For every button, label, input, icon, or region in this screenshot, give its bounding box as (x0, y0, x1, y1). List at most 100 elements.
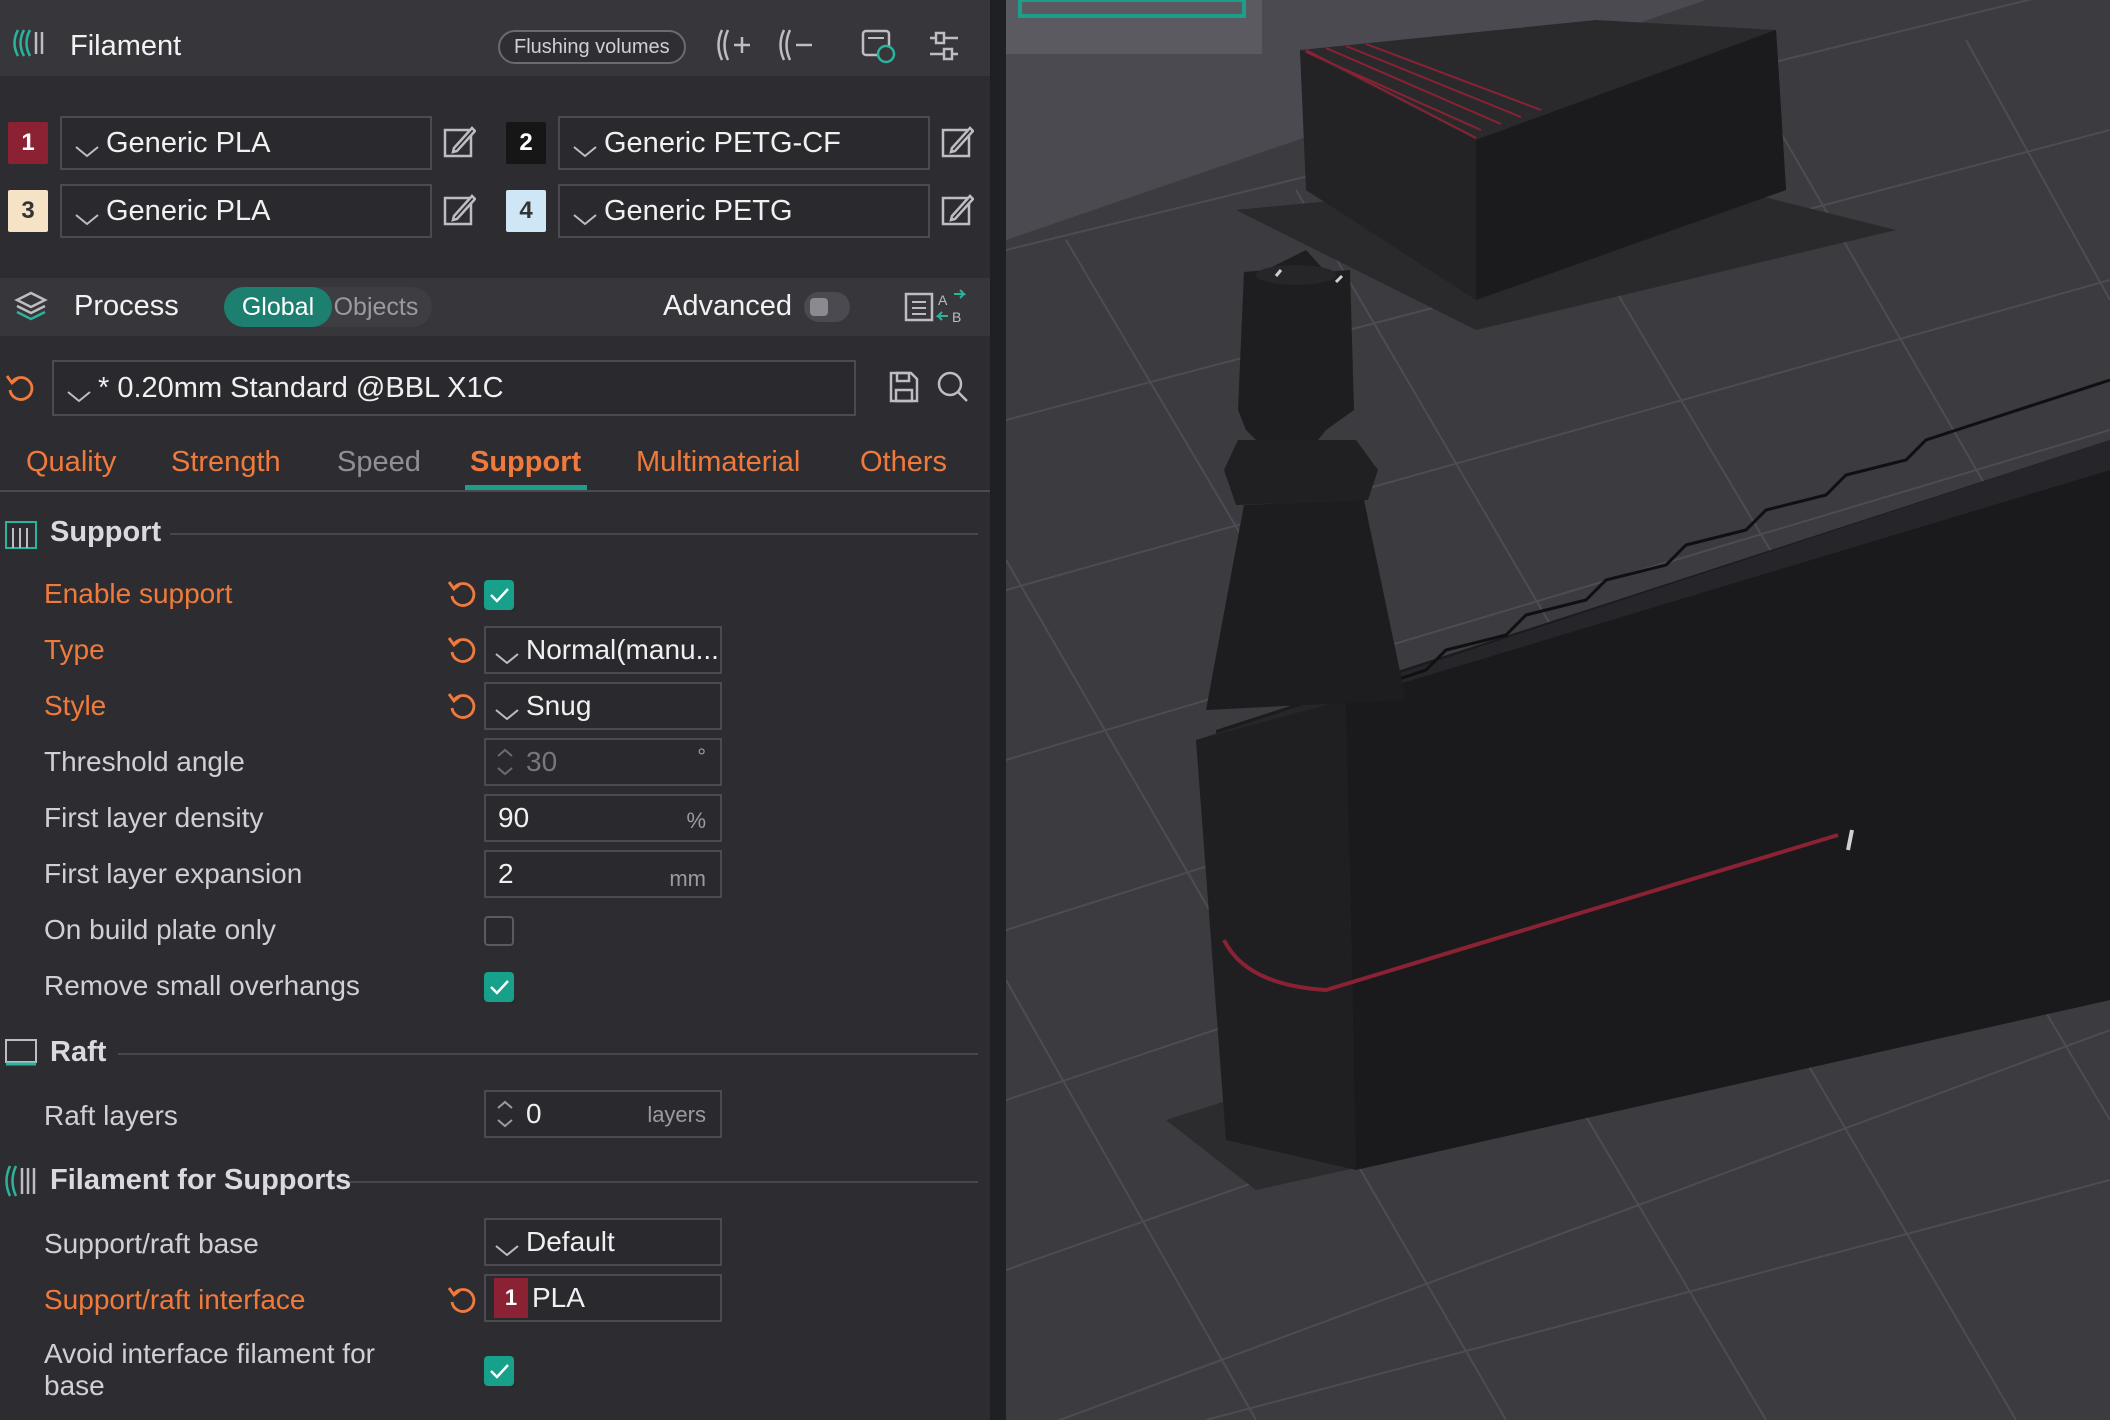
reset-enable-support-icon[interactable] (446, 578, 478, 610)
search-icon[interactable] (936, 370, 970, 404)
scope-switch: Global Objects (224, 287, 432, 327)
build-plate-only-label: On build plate only (44, 914, 276, 945)
support-raft-interface-value: PLA (532, 1282, 585, 1313)
filament-slot-3-number[interactable]: 3 (8, 190, 48, 232)
enable-support-label: Enable support (44, 578, 233, 609)
build-plate-only-checkbox[interactable] (484, 916, 514, 946)
support-raft-base-value: Default (526, 1226, 615, 1257)
edit-filament-3-icon[interactable] (442, 192, 476, 228)
threshold-angle-label: Threshold angle (44, 746, 245, 777)
first-layer-density-value: 90 (498, 802, 530, 833)
raft-layers-unit: layers (647, 1102, 706, 1127)
tab-speed[interactable]: Speed (337, 446, 421, 479)
filament-icon (12, 28, 46, 58)
type-value: Normal(manu... (526, 634, 719, 665)
filament-slot-3-name: Generic PLA (106, 194, 271, 227)
tab-support[interactable]: Support (470, 446, 581, 479)
edit-filament-2-icon[interactable] (940, 124, 974, 160)
chevron-down-icon (494, 642, 520, 665)
reset-support-raft-interface-icon[interactable] (446, 1284, 478, 1316)
avoid-interface-filament-label-line-1: Avoid interface filament for (44, 1338, 375, 1369)
raft-layers-input[interactable]: 0 layers (484, 1090, 722, 1138)
chevron-down-icon (74, 135, 100, 158)
first-layer-expansion-unit: mm (669, 866, 706, 891)
edit-filament-4-icon[interactable] (940, 192, 974, 228)
process-preset-select[interactable]: * 0.20mm Standard @BBL X1C (52, 360, 856, 416)
type-select[interactable]: Normal(manu... (484, 626, 722, 674)
threshold-angle-value: 30 (526, 746, 558, 777)
add-filament-icon[interactable] (716, 28, 752, 62)
filament-slot-2-name: Generic PETG-CF (604, 126, 841, 159)
tab-quality[interactable]: Quality (26, 446, 116, 479)
support-raft-base-select[interactable]: Default (484, 1218, 722, 1266)
sync-filament-icon[interactable] (860, 28, 896, 64)
chevron-down-icon (572, 203, 598, 226)
raft-section-line (118, 1053, 978, 1055)
3d-viewport[interactable] (1006, 0, 2110, 1420)
filament-settings-icon[interactable] (926, 28, 962, 64)
filament-slot-2-number[interactable]: 2 (506, 122, 546, 164)
filament-slot-1-number[interactable]: 1 (8, 122, 48, 164)
filament-slot-4-name: Generic PETG (604, 194, 793, 227)
first-layer-expansion-input[interactable]: 2 mm (484, 850, 722, 898)
compare-presets-icon[interactable]: AB (904, 288, 974, 326)
avoid-interface-filament-checkbox[interactable] (484, 1356, 514, 1386)
tab-strength[interactable]: Strength (171, 446, 281, 479)
chevron-down-icon (66, 380, 92, 403)
chevron-down-icon (494, 1234, 520, 1257)
scope-global-button[interactable]: Global (224, 287, 332, 327)
save-preset-icon[interactable] (888, 370, 920, 404)
svg-text:A: A (938, 292, 948, 308)
remove-filament-icon[interactable] (778, 28, 814, 62)
support-raft-base-label: Support/raft base (44, 1228, 259, 1259)
filament-supports-section-line (350, 1181, 978, 1183)
support-raft-interface-select[interactable]: 1 PLA (484, 1274, 722, 1322)
process-header: Process Global Objects Advanced AB (0, 278, 990, 336)
flushing-volumes-button[interactable]: Flushing volumes (498, 30, 686, 64)
reset-preset-icon[interactable] (4, 372, 36, 404)
edit-filament-1-icon[interactable] (442, 124, 476, 160)
first-layer-density-label: First layer density (44, 802, 264, 833)
raft-section-title: Raft (50, 1036, 107, 1068)
process-preset-name: * 0.20mm Standard @BBL X1C (98, 371, 504, 404)
scope-objects-button[interactable]: Objects (332, 287, 420, 327)
tab-multimaterial[interactable]: Multimaterial (636, 446, 800, 479)
threshold-angle-input[interactable]: 30 ° (484, 738, 722, 786)
advanced-label: Advanced (663, 290, 792, 322)
style-label: Style (44, 690, 107, 721)
panel-splitter[interactable] (990, 0, 1006, 1420)
avoid-interface-filament-label: Avoid interface filament for base (44, 1338, 375, 1402)
type-label: Type (44, 634, 105, 665)
filament-slot-3-select[interactable]: Generic PLA (60, 184, 432, 238)
process-title: Process (74, 290, 179, 322)
advanced-toggle[interactable] (804, 292, 850, 322)
reset-type-icon[interactable] (446, 634, 478, 666)
filament-slot-1-select[interactable]: Generic PLA (60, 116, 432, 170)
enable-support-checkbox[interactable] (484, 580, 514, 610)
filament-slot-2-select[interactable]: Generic PETG-CF (558, 116, 930, 170)
tabs-divider (0, 490, 990, 492)
filament-slot-4-number[interactable]: 4 (506, 190, 546, 232)
spinner-icon (497, 748, 513, 776)
first-layer-expansion-label: First layer expansion (44, 858, 303, 889)
support-section-icon (4, 518, 38, 550)
filament-for-supports-title: Filament for Supports (50, 1164, 352, 1196)
support-section-title: Support (50, 516, 162, 548)
first-layer-expansion-value: 2 (498, 858, 514, 889)
first-layer-density-input[interactable]: 90 % (484, 794, 722, 842)
filament-for-supports-icon (4, 1164, 38, 1198)
process-layers-icon (14, 290, 48, 322)
settings-panel: Filament Flushing volumes 1 Generic PLA … (0, 0, 990, 1420)
style-select[interactable]: Snug (484, 682, 722, 730)
tab-others[interactable]: Others (860, 446, 947, 479)
filament-slot-1-name: Generic PLA (106, 126, 271, 159)
raft-layers-value: 0 (526, 1098, 542, 1129)
remove-small-overhangs-checkbox[interactable] (484, 972, 514, 1002)
filament-slot-4-select[interactable]: Generic PETG (558, 184, 930, 238)
svg-text:B: B (952, 309, 961, 325)
chevron-down-icon (494, 698, 520, 721)
reset-style-icon[interactable] (446, 690, 478, 722)
avoid-interface-filament-label-line-2: base (44, 1370, 105, 1401)
raft-section-icon (4, 1036, 38, 1068)
filament-header: Filament Flushing volumes (0, 0, 990, 76)
